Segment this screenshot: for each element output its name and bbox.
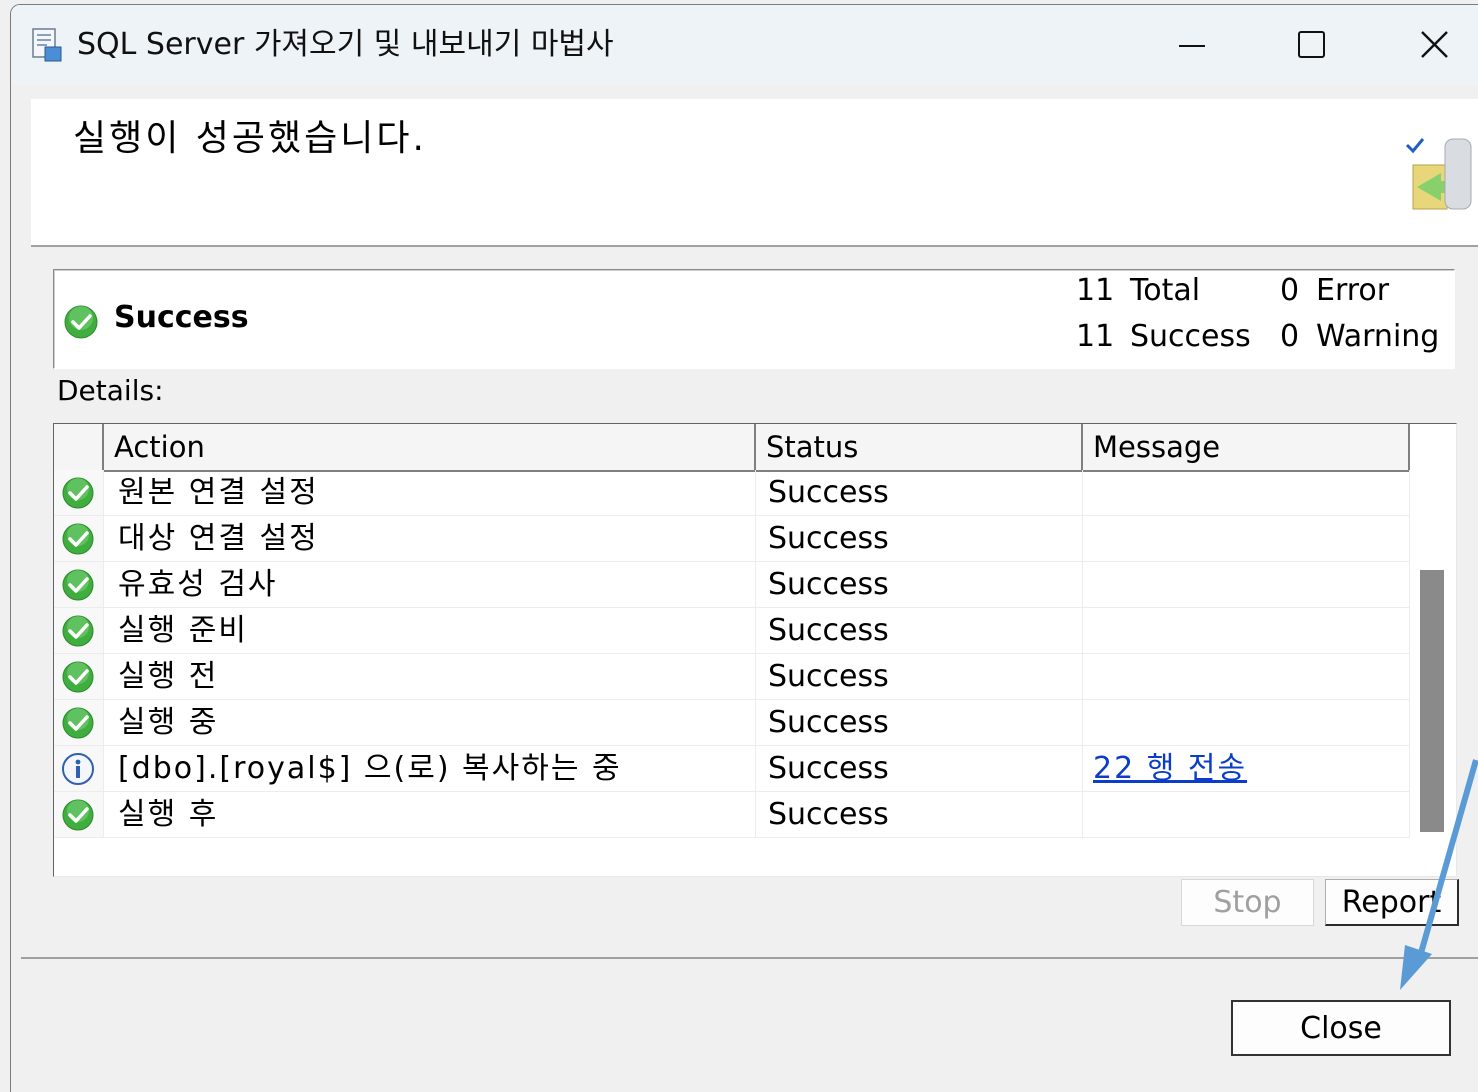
success-label: Success [1130, 319, 1251, 354]
row-icon-cell [54, 470, 104, 516]
action-cell: 대상 연결 설정 [104, 516, 756, 562]
status-cell: Success [756, 746, 1083, 792]
database-transfer-icon [1405, 138, 1472, 210]
success-count: 11 [1076, 319, 1115, 354]
table-row[interactable]: 대상 연결 설정 Success [54, 516, 1410, 562]
report-button-label: Report [1341, 885, 1442, 920]
table-row[interactable]: 실행 전 Success [54, 654, 1410, 700]
table-row[interactable]: 원본 연결 설정 Success [54, 470, 1410, 516]
warning-label: Warning [1316, 319, 1440, 354]
table-row[interactable]: 실행 준비 Success [54, 608, 1410, 654]
table-row[interactable]: 유효성 검사 Success [54, 562, 1410, 608]
status-cell: Success [756, 792, 1083, 838]
success-check-icon [62, 799, 94, 831]
success-check-icon [62, 707, 94, 739]
column-header-status[interactable]: Status [756, 424, 1083, 470]
summary-status: Success [114, 300, 249, 335]
message-cell [1083, 792, 1410, 838]
table-row[interactable]: 실행 중 Success [54, 700, 1410, 746]
status-cell: Success [756, 516, 1083, 562]
message-cell [1083, 516, 1410, 562]
success-check-icon [62, 569, 94, 601]
column-header-action[interactable]: Action [104, 424, 756, 470]
status-cell: Success [756, 470, 1083, 516]
action-cell: 실행 준비 [104, 608, 756, 654]
table-row[interactable]: [dbo].[royal$] 으(로) 복사하는 중 Success 22 행 전송 [54, 746, 1410, 792]
window-title: SQL Server 가져오기 및 내보내기 마법사 [77, 27, 614, 62]
maximize-button[interactable] [1251, 5, 1371, 85]
message-cell [1083, 700, 1410, 746]
success-check-icon [64, 305, 98, 339]
message-cell [1083, 608, 1410, 654]
close-window-button[interactable] [1371, 5, 1478, 85]
row-icon-cell [54, 608, 104, 654]
header-panel: 실행이 성공했습니다. [31, 99, 1478, 245]
close-button[interactable]: Close [1231, 1000, 1451, 1056]
minimize-icon [1179, 45, 1205, 47]
success-check-icon [62, 477, 94, 509]
message-cell [1083, 562, 1410, 608]
column-header-message[interactable]: Message [1083, 424, 1410, 470]
details-grid[interactable]: Action Status Message 원본 연결 설정 Success 대상 … [53, 423, 1457, 877]
row-icon-cell [54, 516, 104, 562]
grid-header: Action Status Message [54, 424, 1410, 472]
error-label: Error [1316, 273, 1390, 308]
row-icon-cell [54, 700, 104, 746]
error-count: 0 [1280, 273, 1300, 308]
row-icon-cell [54, 562, 104, 608]
summary-panel: Success 11 Total 0 Error 11 Success 0 Wa… [53, 269, 1455, 369]
total-count: 11 [1076, 273, 1115, 308]
table-row[interactable]: 실행 후 Success [54, 792, 1410, 838]
maximize-icon [1298, 31, 1325, 58]
message-link[interactable]: 22 행 전송 [1093, 751, 1247, 786]
footer-separator [21, 957, 1478, 959]
scrollbar-thumb[interactable] [1420, 570, 1444, 832]
status-cell: Success [756, 562, 1083, 608]
stop-button[interactable]: Stop [1181, 879, 1314, 926]
row-icon-cell [54, 746, 104, 792]
warning-count: 0 [1280, 319, 1300, 354]
success-check-icon [62, 615, 94, 647]
info-icon [62, 753, 94, 785]
success-check-icon [62, 661, 94, 693]
header-icon-column [54, 424, 104, 470]
status-cell: Success [756, 654, 1083, 700]
message-cell: 22 행 전송 [1083, 746, 1410, 792]
minimize-button[interactable] [1131, 5, 1251, 85]
message-cell [1083, 470, 1410, 516]
row-icon-cell [54, 654, 104, 700]
page-title: 실행이 성공했습니다. [73, 118, 427, 159]
report-button[interactable]: Report [1325, 879, 1459, 926]
total-label: Total [1130, 273, 1201, 308]
row-icon-cell [54, 792, 104, 838]
status-cell: Success [756, 700, 1083, 746]
details-label: Details: [57, 374, 164, 407]
status-cell: Success [756, 608, 1083, 654]
header-separator [31, 245, 1478, 247]
wizard-window: SQL Server 가져오기 및 내보내기 마법사 실행이 성공했습니다. S… [10, 4, 1478, 1092]
close-icon [1421, 31, 1448, 58]
action-cell: [dbo].[royal$] 으(로) 복사하는 중 [104, 746, 756, 792]
vertical-scrollbar[interactable] [1412, 424, 1456, 876]
action-cell: 유효성 검사 [104, 562, 756, 608]
wizard-app-icon [32, 28, 62, 62]
action-cell: 실행 후 [104, 792, 756, 838]
action-cell: 원본 연결 설정 [104, 470, 756, 516]
action-cell: 실행 중 [104, 700, 756, 746]
message-cell [1083, 654, 1410, 700]
action-cell: 실행 전 [104, 654, 756, 700]
success-check-icon [62, 523, 94, 555]
title-bar: SQL Server 가져오기 및 내보내기 마법사 [11, 5, 1478, 85]
